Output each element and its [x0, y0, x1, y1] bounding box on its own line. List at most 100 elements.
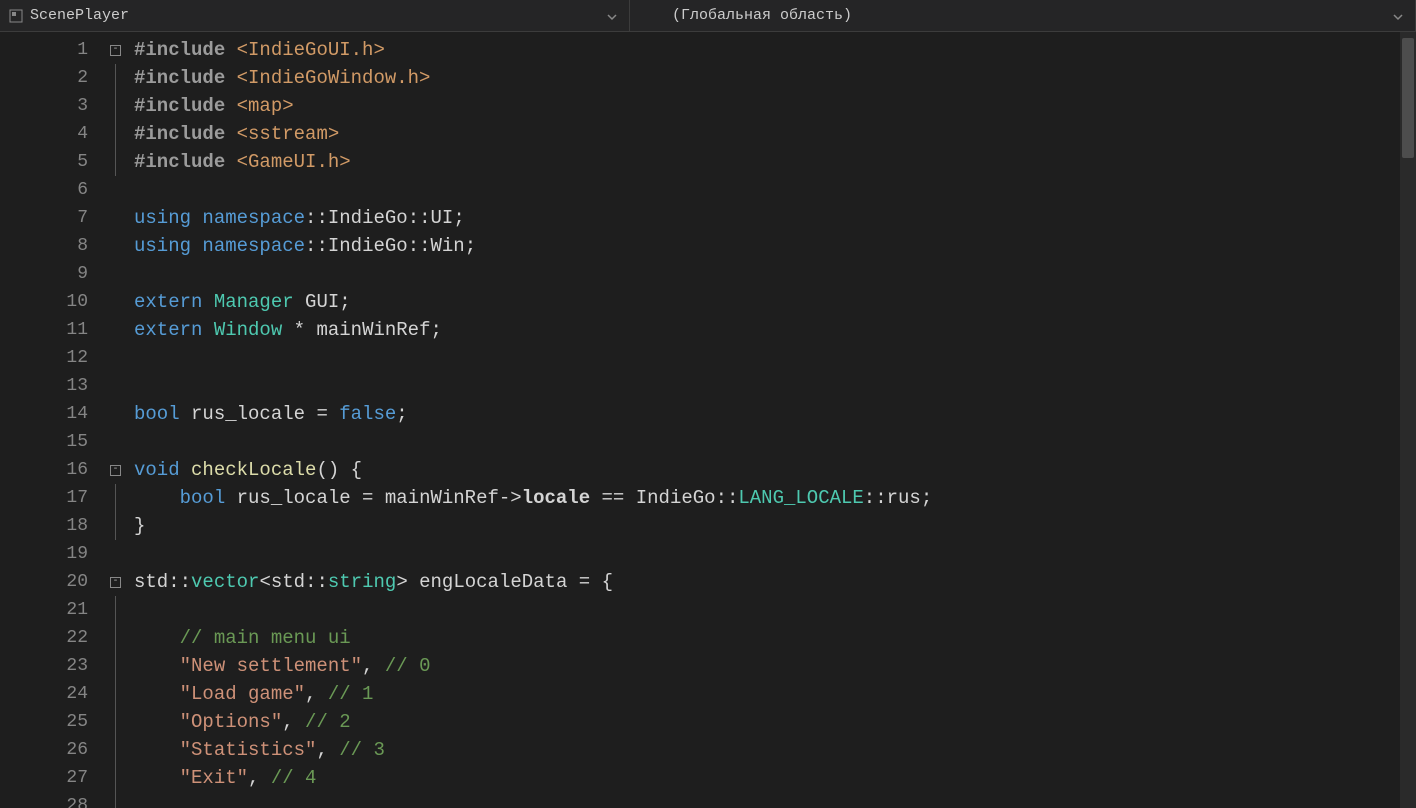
code-line[interactable]: using namespace::IndieGo::UI; [134, 204, 1416, 232]
code-line[interactable]: bool rus_locale = false; [134, 400, 1416, 428]
line-number: 23 [0, 652, 110, 680]
code-line[interactable] [134, 792, 1416, 808]
fold-toggle-icon[interactable]: - [110, 577, 121, 588]
code-line[interactable]: } [134, 512, 1416, 540]
token-inc: <sstream> [237, 123, 340, 145]
fold-guide [115, 736, 116, 764]
token-id: IndieGo [328, 235, 408, 257]
scrollbar-thumb[interactable] [1402, 38, 1414, 158]
vertical-scrollbar[interactable] [1400, 32, 1416, 808]
fold-guide [115, 92, 116, 120]
code-line[interactable] [134, 344, 1416, 372]
code-line[interactable]: #include <sstream> [134, 120, 1416, 148]
code-line[interactable] [134, 596, 1416, 624]
code-line[interactable]: "Load game", // 1 [134, 680, 1416, 708]
line-number: 21 [0, 596, 110, 624]
code-line[interactable] [134, 176, 1416, 204]
code-line[interactable]: "Statistics", // 3 [134, 736, 1416, 764]
token-id [134, 683, 180, 705]
code-line[interactable]: std::vector<std::string> engLocaleData =… [134, 568, 1416, 596]
fold-cell [110, 260, 134, 288]
code-line[interactable]: // main menu ui [134, 624, 1416, 652]
fold-guide [115, 512, 116, 540]
fold-cell[interactable]: - [110, 568, 134, 596]
fold-cell [110, 708, 134, 736]
line-number: 1 [0, 36, 110, 64]
token-inc: <IndieGoUI.h> [237, 39, 385, 61]
code-line[interactable]: "Options", // 2 [134, 708, 1416, 736]
fold-guide [115, 596, 116, 624]
token-cmt: // main menu ui [180, 627, 351, 649]
code-line[interactable] [134, 428, 1416, 456]
token-punct: ; [453, 207, 464, 229]
line-number: 2 [0, 64, 110, 92]
line-number: 18 [0, 512, 110, 540]
code-line[interactable] [134, 260, 1416, 288]
line-number: 8 [0, 232, 110, 260]
code-line[interactable]: #include <IndieGoUI.h> [134, 36, 1416, 64]
code-editor[interactable]: 1234567891011121314151617181920212223242… [0, 32, 1416, 808]
scope-dropdown[interactable]: (Глобальная область) [630, 0, 1416, 31]
fold-toggle-icon[interactable]: - [110, 45, 121, 56]
fold-cell [110, 680, 134, 708]
code-line[interactable]: extern Manager GUI; [134, 288, 1416, 316]
token-op: = [362, 487, 385, 509]
fold-cell[interactable]: - [110, 36, 134, 64]
chevron-down-icon [1393, 10, 1405, 22]
line-number: 4 [0, 120, 110, 148]
line-number: 11 [0, 316, 110, 344]
line-number: 20 [0, 568, 110, 596]
token-id [134, 487, 180, 509]
token-op: :: [305, 235, 328, 257]
code-line[interactable]: #include <GameUI.h> [134, 148, 1416, 176]
fold-cell [110, 316, 134, 344]
fold-column[interactable]: - - - [110, 32, 134, 808]
code-line[interactable]: #include <IndieGoWindow.h> [134, 64, 1416, 92]
token-punct: ; [339, 291, 350, 313]
token-punct: { [602, 571, 613, 593]
code-line[interactable]: "Exit", // 4 [134, 764, 1416, 792]
line-number: 13 [0, 372, 110, 400]
token-id: rus_locale [191, 403, 316, 425]
token-punct: ; [396, 403, 407, 425]
fold-cell[interactable]: - [110, 456, 134, 484]
fold-guide [115, 120, 116, 148]
token-kw: void [134, 459, 191, 481]
code-line[interactable]: #include <map> [134, 92, 1416, 120]
fold-guide [115, 708, 116, 736]
code-line[interactable] [134, 372, 1416, 400]
code-line[interactable]: using namespace::IndieGo::Win; [134, 232, 1416, 260]
token-op: :: [408, 235, 431, 257]
code-line[interactable]: bool rus_locale = mainWinRef->locale == … [134, 484, 1416, 512]
fold-guide [115, 64, 116, 92]
token-kw: false [339, 403, 396, 425]
context-dropdown[interactable]: ScenePlayer [0, 0, 630, 31]
token-op: :: [305, 207, 328, 229]
token-op: -> [499, 487, 522, 509]
fold-cell [110, 176, 134, 204]
token-type: Manager [214, 291, 294, 313]
line-number: 16 [0, 456, 110, 484]
fold-cell [110, 428, 134, 456]
token-kw: using [134, 235, 202, 257]
line-number: 10 [0, 288, 110, 316]
scope-dropdown-label: (Глобальная область) [638, 7, 1393, 24]
token-id [134, 655, 180, 677]
token-id: IndieGo [624, 487, 715, 509]
code-line[interactable] [134, 540, 1416, 568]
code-line[interactable]: extern Window * mainWinRef; [134, 316, 1416, 344]
token-id: mainWinRef [385, 487, 499, 509]
fold-toggle-icon[interactable]: - [110, 465, 121, 476]
fold-cell [110, 120, 134, 148]
code-content[interactable]: #include <IndieGoUI.h>#include <IndieGoW… [134, 32, 1416, 808]
code-line[interactable]: void checkLocale() { [134, 456, 1416, 484]
token-id: std [134, 571, 168, 593]
token-punct: ; [921, 487, 932, 509]
token-id [282, 319, 293, 341]
line-number: 25 [0, 708, 110, 736]
token-kw: using [134, 207, 202, 229]
code-line[interactable]: "New settlement", // 0 [134, 652, 1416, 680]
token-op: :: [168, 571, 191, 593]
token-op: :: [408, 207, 431, 229]
fold-cell [110, 204, 134, 232]
